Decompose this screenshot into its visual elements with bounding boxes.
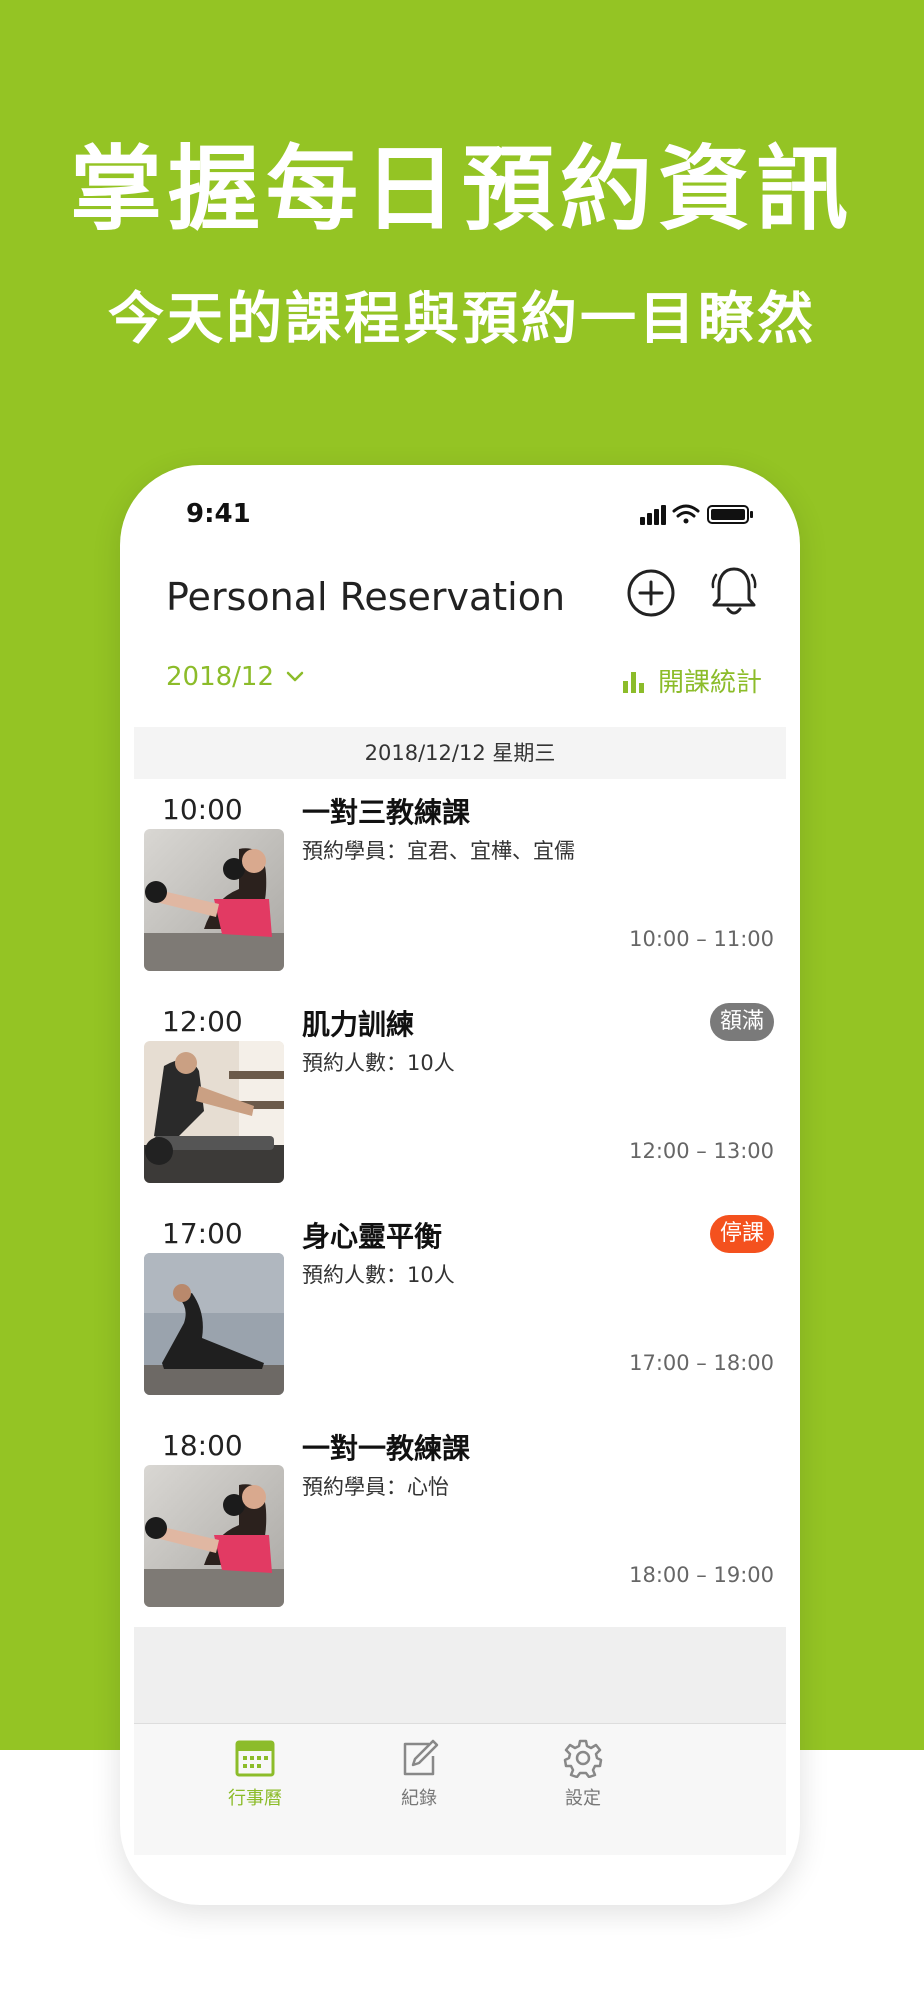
class-detail: 預約人數：10人 bbox=[302, 1051, 455, 1075]
class-time: 10:00 bbox=[162, 793, 243, 826]
month-label: 2018/12 bbox=[166, 662, 275, 692]
tab-label: 行事曆 bbox=[228, 1788, 282, 1809]
tab-settings[interactable]: 設定 bbox=[528, 1738, 638, 1810]
bell-icon[interactable] bbox=[708, 563, 760, 619]
signal-icon bbox=[640, 505, 666, 525]
class-thumbnail bbox=[144, 1253, 284, 1395]
chevron-down-icon bbox=[286, 671, 304, 682]
battery-icon bbox=[707, 505, 753, 524]
class-thumbnail bbox=[144, 1465, 284, 1607]
class-detail: 預約學員：宜君、宜樺、宜儒 bbox=[302, 839, 575, 863]
class-time: 12:00 bbox=[162, 1005, 243, 1038]
status-icons bbox=[640, 504, 753, 525]
class-time-range: 18:00 – 19:00 bbox=[629, 1563, 774, 1587]
date-header: 2018/12/12 星期三 bbox=[134, 727, 786, 779]
class-item[interactable]: 12:00 肌力訓練 預約人數：10人 額滿 12:00 – 13:00 bbox=[134, 991, 786, 1203]
status-badge-cancelled: 停課 bbox=[709, 1215, 774, 1253]
class-detail: 預約人數：10人 bbox=[302, 1263, 455, 1287]
tab-calendar[interactable]: 行事曆 bbox=[200, 1738, 310, 1810]
class-time-range: 17:00 – 18:00 bbox=[629, 1351, 774, 1375]
class-item[interactable]: 18:00 一對一教練課 預約學員：心怡 18:00 – 19:00 bbox=[134, 1415, 786, 1627]
stats-link[interactable]: 開課統計 bbox=[622, 662, 762, 699]
edit-icon bbox=[403, 1739, 439, 1776]
class-list: 10:00 一對三教練課 預約學員：宜君、宜樺、宜儒 10:00 – 11:00… bbox=[134, 779, 786, 1627]
status-time: 9:41 bbox=[186, 499, 251, 529]
class-time-range: 10:00 – 11:00 bbox=[629, 927, 774, 951]
class-title: 身心靈平衡 bbox=[302, 1220, 443, 1253]
class-title: 肌力訓練 bbox=[302, 1008, 415, 1041]
class-title: 一對三教練課 bbox=[302, 796, 471, 829]
month-picker[interactable]: 2018/12 bbox=[166, 662, 304, 692]
class-time: 17:00 bbox=[162, 1217, 243, 1250]
plus-circle-icon[interactable] bbox=[625, 567, 677, 619]
tab-label: 紀錄 bbox=[401, 1788, 437, 1809]
class-time: 18:00 bbox=[162, 1429, 243, 1462]
class-item[interactable]: 10:00 一對三教練課 預約學員：宜君、宜樺、宜儒 10:00 – 11:00 bbox=[134, 779, 786, 991]
class-detail: 預約學員：心怡 bbox=[302, 1475, 449, 1499]
status-bar: 9:41 bbox=[120, 465, 800, 535]
page-title: Personal Reservation bbox=[166, 575, 566, 619]
class-title: 一對一教練課 bbox=[302, 1432, 471, 1465]
class-time-range: 12:00 – 13:00 bbox=[629, 1139, 774, 1163]
phone-frame: 9:41 Personal Reservation 2018/12 開課統計 2… bbox=[120, 465, 800, 1905]
wifi-icon bbox=[672, 504, 700, 524]
promo-headline: 掌握每日預約資訊 bbox=[69, 136, 854, 243]
tab-label: 設定 bbox=[565, 1788, 601, 1809]
tab-records[interactable]: 紀錄 bbox=[364, 1738, 474, 1810]
gear-icon bbox=[563, 1739, 603, 1778]
tab-bar: 行事曆 紀錄 設定 bbox=[134, 1723, 786, 1855]
class-item[interactable]: 17:00 身心靈平衡 預約人數：10人 停課 17:00 – 18:00 bbox=[134, 1203, 786, 1415]
promo-subline: 今天的課程與預約一目瞭然 bbox=[108, 287, 816, 352]
list-empty-area bbox=[134, 1627, 786, 1723]
calendar-icon bbox=[235, 1740, 275, 1777]
stats-label: 開課統計 bbox=[657, 668, 762, 698]
class-thumbnail bbox=[144, 1041, 284, 1183]
bar-chart-icon bbox=[622, 671, 644, 693]
class-thumbnail bbox=[144, 829, 284, 971]
status-badge-full: 額滿 bbox=[709, 1003, 774, 1041]
